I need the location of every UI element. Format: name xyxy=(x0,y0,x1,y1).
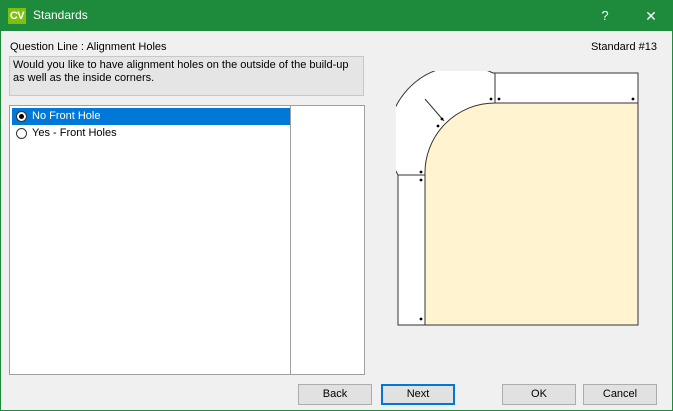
question-line-label: Question Line : Alignment Holes xyxy=(10,41,167,53)
alignment-hole-dot xyxy=(489,97,493,101)
radio-unchecked-icon[interactable] xyxy=(16,128,27,139)
title-bar[interactable]: CV Standards ? ✕ xyxy=(1,1,672,31)
alignment-hole-dot xyxy=(440,117,444,121)
alignment-hole-dot xyxy=(497,97,501,101)
options-column-divider xyxy=(290,106,291,374)
next-button[interactable]: Next xyxy=(381,384,455,405)
alignment-hole-dot xyxy=(419,178,423,182)
option-no-front-hole[interactable]: No Front Hole xyxy=(12,108,290,125)
standard-number-label: Standard #13 xyxy=(590,41,657,53)
inner-panel-shape xyxy=(424,102,639,326)
alignment-hole-dot xyxy=(419,170,423,174)
alignment-hole-dot xyxy=(436,124,440,128)
question-prompt-text: Would you like to have alignment holes o… xyxy=(9,56,364,96)
corner-preview-diagram xyxy=(396,71,639,326)
option-label: Yes - Front Holes xyxy=(32,127,117,139)
options-list: No Front Hole Yes - Front Holes xyxy=(9,105,365,375)
option-label: No Front Hole xyxy=(32,110,101,122)
app-logo-icon: CV xyxy=(8,8,26,24)
back-button[interactable]: Back xyxy=(298,384,372,405)
option-yes-front-holes[interactable]: Yes - Front Holes xyxy=(12,125,290,142)
alignment-hole-dot xyxy=(419,317,423,321)
window-title: Standards xyxy=(33,8,88,22)
alignment-hole-dot xyxy=(631,97,635,101)
radio-checked-icon[interactable] xyxy=(16,111,27,122)
ok-button[interactable]: OK xyxy=(502,384,576,405)
close-button[interactable]: ✕ xyxy=(631,1,671,31)
help-button[interactable]: ? xyxy=(587,1,623,31)
standards-dialog: CV Standards ? ✕ Question Line : Alignme… xyxy=(0,0,673,411)
cancel-button[interactable]: Cancel xyxy=(583,384,657,405)
